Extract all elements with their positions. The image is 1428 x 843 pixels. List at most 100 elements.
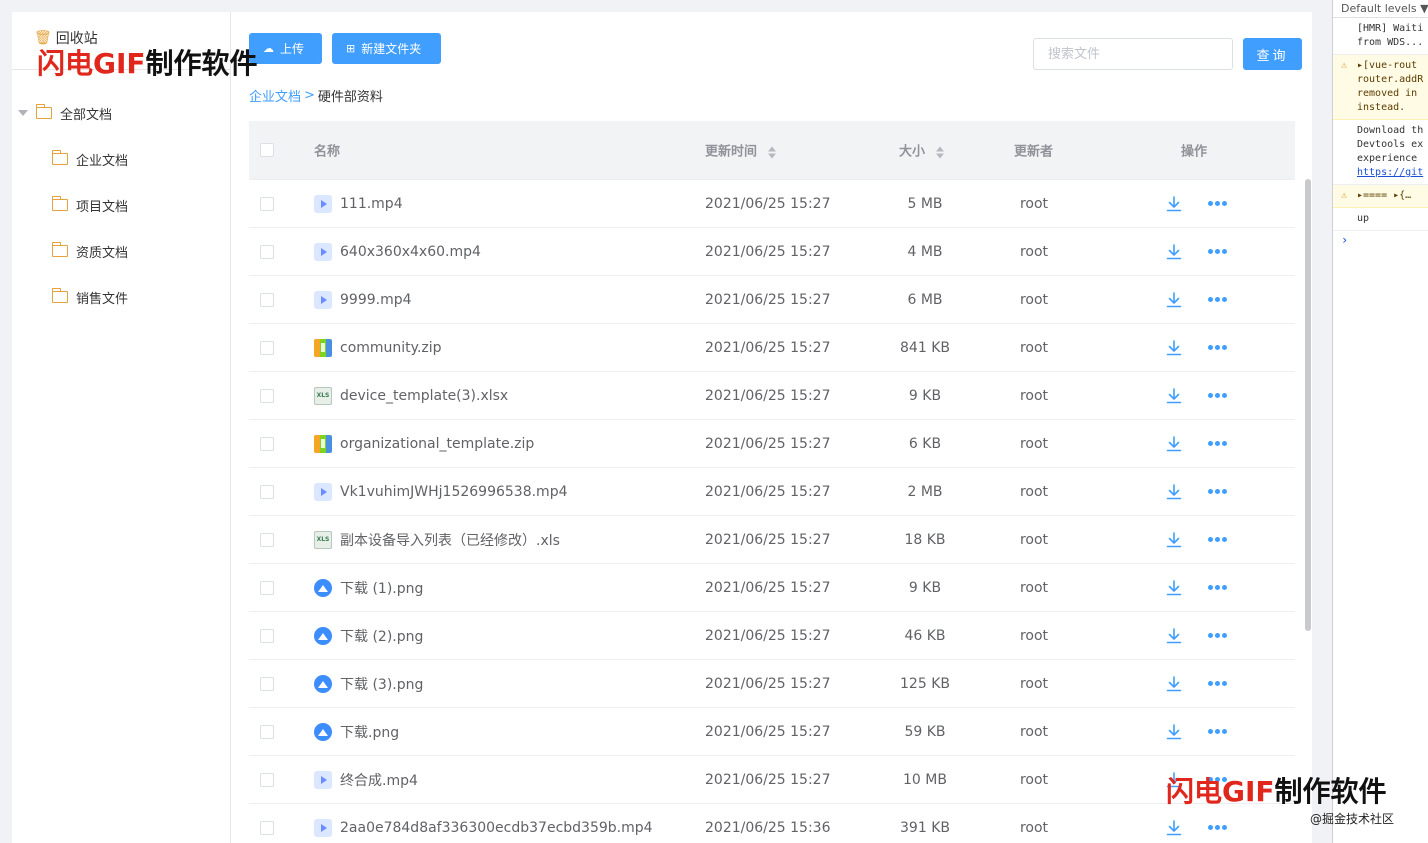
caret-down-icon[interactable] xyxy=(18,110,28,116)
table-row[interactable]: community.zip 2021/06/25 15:27 841 KB root xyxy=(249,324,1295,372)
sort-icon[interactable] xyxy=(935,146,944,158)
column-header-updated[interactable]: 更新时间 xyxy=(705,141,776,160)
row-checkbox[interactable] xyxy=(260,676,274,691)
new-folder-button[interactable]: ⊞ 新建文件夹 xyxy=(332,33,441,64)
file-name-cell[interactable]: 下载 (3).png xyxy=(314,674,423,694)
file-name-cell[interactable]: 下载 (2).png xyxy=(314,626,423,646)
upload-button[interactable]: ☁ 上传 xyxy=(249,33,322,64)
query-button[interactable]: 查询 xyxy=(1243,38,1302,70)
more-icon[interactable] xyxy=(1208,434,1229,454)
row-checkbox[interactable] xyxy=(260,484,274,499)
row-checkbox[interactable] xyxy=(260,580,274,595)
updated-time: 2021/06/25 15:27 xyxy=(705,723,831,740)
more-icon[interactable] xyxy=(1208,722,1229,742)
file-name-cell[interactable]: 下载.png xyxy=(314,722,399,742)
table-row[interactable]: 终合成.mp4 2021/06/25 15:27 10 MB root xyxy=(249,756,1295,804)
tree-node-sales-files[interactable]: 销售文件 xyxy=(12,274,230,320)
download-icon[interactable] xyxy=(1164,722,1184,742)
console-prompt[interactable]: › xyxy=(1333,231,1428,247)
download-icon[interactable] xyxy=(1164,290,1184,310)
download-icon[interactable] xyxy=(1164,578,1184,598)
file-size: 841 KB xyxy=(900,339,950,356)
file-name-cell[interactable]: 2aa0e784d8af336300ecdb37ecbd359b.mp4 xyxy=(314,818,653,837)
download-icon[interactable] xyxy=(1164,242,1184,262)
table-row[interactable]: 下载 (1).png 2021/06/25 15:27 9 KB root xyxy=(249,564,1295,612)
file-name-cell[interactable]: 终合成.mp4 xyxy=(314,770,418,790)
console-line: instead. xyxy=(1357,102,1406,113)
table-row[interactable]: 下载 (3).png 2021/06/25 15:27 125 KB root xyxy=(249,660,1295,708)
folder-tree: 全部文档 企业文档 项目文档 资质文档 销售文件 xyxy=(12,90,230,320)
more-icon[interactable] xyxy=(1208,194,1229,214)
updated-time: 2021/06/25 15:27 xyxy=(705,483,831,500)
file-name-cell[interactable]: community.zip xyxy=(314,338,442,357)
tree-node-enterprise-docs[interactable]: 企业文档 xyxy=(12,136,230,182)
image-file-icon xyxy=(314,626,332,645)
file-name-cell[interactable]: 下载 (1).png xyxy=(314,578,423,598)
tree-node-qualification-docs[interactable]: 资质文档 xyxy=(12,228,230,274)
download-icon[interactable] xyxy=(1164,434,1184,454)
table-row[interactable]: 111.mp4 2021/06/25 15:27 5 MB root xyxy=(249,180,1295,228)
download-icon[interactable] xyxy=(1164,626,1184,646)
file-name-cell[interactable]: 9999.mp4 xyxy=(314,290,412,309)
console-link[interactable]: https://git xyxy=(1357,166,1428,180)
table-row[interactable]: 下载.png 2021/06/25 15:27 59 KB root xyxy=(249,708,1295,756)
more-icon[interactable] xyxy=(1208,674,1229,694)
log-levels-dropdown[interactable]: Default levels ▼ xyxy=(1333,0,1428,18)
file-name: 111.mp4 xyxy=(340,195,403,212)
search-input[interactable] xyxy=(1033,38,1233,70)
row-checkbox[interactable] xyxy=(260,388,274,403)
row-actions xyxy=(1164,530,1229,550)
more-icon[interactable] xyxy=(1208,530,1229,550)
more-icon[interactable] xyxy=(1208,386,1229,406)
row-checkbox[interactable] xyxy=(260,772,274,787)
row-checkbox[interactable] xyxy=(260,724,274,739)
file-name-cell[interactable]: 640x360x4x60.mp4 xyxy=(314,242,481,261)
download-icon[interactable] xyxy=(1164,338,1184,358)
file-name-cell[interactable]: XLS 副本设备导入列表（已经修改）.xls xyxy=(314,530,560,550)
more-icon[interactable] xyxy=(1208,290,1229,310)
tree-node-project-docs[interactable]: 项目文档 xyxy=(12,182,230,228)
table-row[interactable]: Vk1vuhimJWHj1526996538.mp4 2021/06/25 15:… xyxy=(249,468,1295,516)
download-icon[interactable] xyxy=(1164,482,1184,502)
file-name-cell[interactable]: 111.mp4 xyxy=(314,194,403,213)
file-name-cell[interactable]: Vk1vuhimJWHj1526996538.mp4 xyxy=(314,482,568,501)
more-icon[interactable] xyxy=(1208,482,1229,502)
row-checkbox[interactable] xyxy=(260,244,274,259)
table-row[interactable]: XLS device_template(3).xlsx 2021/06/25 15:… xyxy=(249,372,1295,420)
table-row[interactable]: organizational_template.zip 2021/06/25 15… xyxy=(249,420,1295,468)
download-icon[interactable] xyxy=(1164,194,1184,214)
more-icon[interactable] xyxy=(1208,818,1229,838)
table-row[interactable]: XLS 副本设备导入列表（已经修改）.xls 2021/06/25 15:27 18 … xyxy=(249,516,1295,564)
more-icon[interactable] xyxy=(1208,578,1229,598)
more-icon[interactable] xyxy=(1208,338,1229,358)
file-name-cell[interactable]: organizational_template.zip xyxy=(314,434,534,453)
vertical-scrollbar[interactable] xyxy=(1305,179,1311,631)
download-icon[interactable] xyxy=(1164,818,1184,838)
sort-icon[interactable] xyxy=(767,146,776,158)
download-icon[interactable] xyxy=(1164,530,1184,550)
download-icon[interactable] xyxy=(1164,674,1184,694)
row-checkbox[interactable] xyxy=(260,292,274,307)
table-row[interactable]: 9999.mp4 2021/06/25 15:27 6 MB root xyxy=(249,276,1295,324)
more-icon[interactable] xyxy=(1208,626,1229,646)
folder-icon xyxy=(52,288,68,303)
tree-node-all-docs[interactable]: 全部文档 xyxy=(12,90,230,136)
download-icon[interactable] xyxy=(1164,386,1184,406)
updated-time: 2021/06/25 15:27 xyxy=(705,339,831,356)
select-all-checkbox[interactable] xyxy=(260,143,274,157)
row-checkbox[interactable] xyxy=(260,340,274,355)
more-icon[interactable] xyxy=(1208,242,1229,262)
breadcrumb-parent-link[interactable]: 企业文档 xyxy=(249,86,301,105)
column-header-size[interactable]: 大小 xyxy=(899,141,944,160)
row-checkbox[interactable] xyxy=(260,196,274,211)
file-size: 9 KB xyxy=(908,579,942,596)
row-checkbox[interactable] xyxy=(260,820,274,835)
row-checkbox[interactable] xyxy=(260,628,274,643)
table-row[interactable]: 下载 (2).png 2021/06/25 15:27 46 KB root xyxy=(249,612,1295,660)
row-checkbox[interactable] xyxy=(260,532,274,547)
image-file-icon xyxy=(314,674,332,693)
file-name-cell[interactable]: XLS device_template(3).xlsx xyxy=(314,386,508,405)
table-row[interactable]: 640x360x4x60.mp4 2021/06/25 15:27 4 MB root xyxy=(249,228,1295,276)
row-checkbox[interactable] xyxy=(260,436,274,451)
table-row[interactable]: 2aa0e784d8af336300ecdb37ecbd359b.mp4 2021… xyxy=(249,804,1295,843)
